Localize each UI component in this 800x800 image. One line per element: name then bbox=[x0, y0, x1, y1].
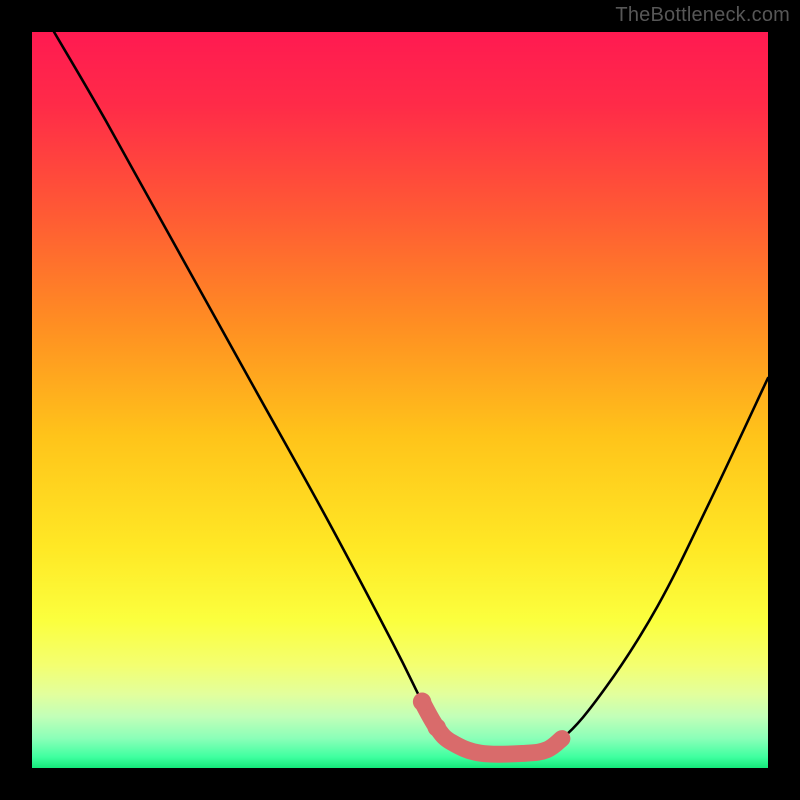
plot-area bbox=[32, 32, 768, 768]
highlight-dot bbox=[428, 718, 446, 736]
curve-layer bbox=[32, 32, 768, 768]
outer-frame: TheBottleneck.com bbox=[0, 0, 800, 800]
highlight-dot bbox=[413, 693, 431, 711]
watermark-text: TheBottleneck.com bbox=[615, 4, 790, 27]
left-curve bbox=[54, 32, 525, 754]
right-curve bbox=[525, 378, 768, 753]
